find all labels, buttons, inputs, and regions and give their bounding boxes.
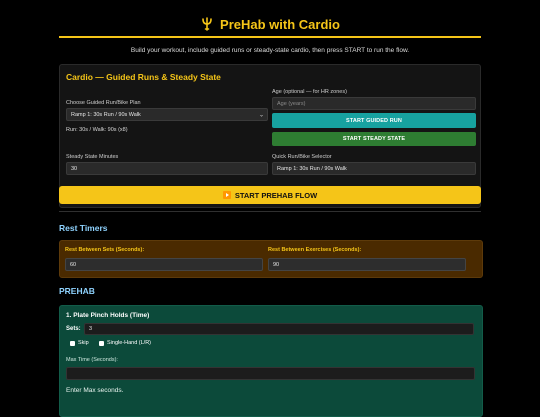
chevron-down-icon: ⌄ xyxy=(258,112,264,118)
exercise-title: 1. Plate Pinch Holds (Time) xyxy=(66,312,150,319)
quick-selector-label: Quick Run/Bike Selector xyxy=(272,154,332,160)
age-input[interactable]: Age (years) xyxy=(272,97,476,110)
rest-exercises-input[interactable]: 90 xyxy=(268,258,466,271)
max-time-hint: Enter Max seconds. xyxy=(66,387,124,394)
play-icon xyxy=(222,191,231,199)
rest-sets-input[interactable]: 60 xyxy=(65,258,263,271)
skip-label: Skip xyxy=(78,340,89,346)
quick-selector-select[interactable]: Ramp 1: 30s Run / 90s Walk xyxy=(272,162,476,175)
steady-minutes-label: Steady State Minutes xyxy=(66,154,119,160)
skip-checkbox[interactable]: Skip xyxy=(70,340,89,346)
rest-exercises-label: Rest Between Exercises (Seconds): xyxy=(268,247,362,253)
steady-minutes-input[interactable]: 30 xyxy=(66,162,268,175)
exercise-card: 1. Plate Pinch Holds (Time) Sets: 3 Skip… xyxy=(59,305,483,417)
age-label: Age (optional — for HR zones) xyxy=(272,89,347,95)
sets-input[interactable]: 3 xyxy=(84,323,474,335)
divider xyxy=(59,211,481,212)
start-steady-state-button[interactable]: START STEADY STATE xyxy=(272,132,476,146)
max-time-label: Max Time (Seconds): xyxy=(66,357,118,363)
rest-timers-title: Rest Timers xyxy=(59,223,108,233)
app-title: PreHab with Cardio xyxy=(220,16,340,32)
trident-icon xyxy=(202,17,212,31)
plan-info: Run: 30s / Walk: 90s (x8) xyxy=(66,127,128,133)
rest-sets-label: Rest Between Sets (Seconds): xyxy=(65,247,145,253)
rest-timers-panel: Rest Between Sets (Seconds): 60 Rest Bet… xyxy=(59,240,483,278)
app-subtitle: Build your workout, include guided runs … xyxy=(130,47,410,54)
checkbox-box[interactable] xyxy=(99,340,104,346)
quick-selector-value: Ramp 1: 30s Run / 90s Walk xyxy=(277,165,347,172)
plan-select[interactable]: Ramp 1: 30s Run / 90s Walk ⌄ xyxy=(66,108,268,121)
plan-select-value: Ramp 1: 30s Run / 90s Walk xyxy=(71,111,141,118)
plan-label: Choose Guided Run/Bike Plan xyxy=(66,100,141,106)
start-guided-run-button[interactable]: START GUIDED RUN xyxy=(272,113,476,128)
prehab-title: PREHAB xyxy=(59,286,95,296)
max-time-input[interactable] xyxy=(66,367,475,380)
cardio-title: Cardio — Guided Runs & Steady State xyxy=(66,72,221,82)
start-prehab-flow-label: START PREHAB FLOW xyxy=(234,190,318,200)
checkbox-box[interactable] xyxy=(70,340,75,346)
single-hand-label: Single-Hand (L/R) xyxy=(107,340,152,346)
single-hand-checkbox[interactable]: Single-Hand (L/R) xyxy=(99,340,151,346)
app-header: PreHab with Cardio xyxy=(59,12,481,38)
sets-label: Sets: xyxy=(66,326,81,332)
start-prehab-flow-button[interactable]: START PREHAB FLOW xyxy=(59,186,481,204)
